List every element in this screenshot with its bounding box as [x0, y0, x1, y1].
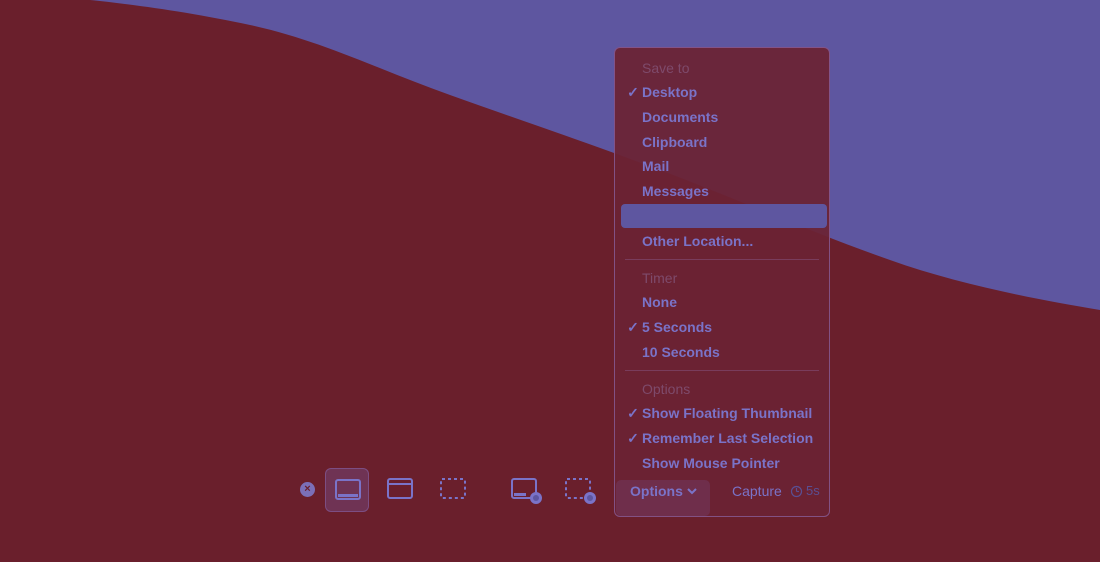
menu-header-label: Timer	[642, 270, 678, 286]
close-button[interactable]: ×	[300, 482, 315, 497]
capture-entire-screen-button[interactable]	[325, 468, 369, 512]
screenshot-toolbar: ×	[0, 466, 1100, 516]
menu-item-label: 5 Seconds	[642, 319, 713, 335]
menu-item-label: Other Location...	[642, 233, 754, 249]
checkmark-icon: ✓	[627, 430, 639, 446]
menu-item-label: Documents	[642, 109, 719, 125]
capture-button[interactable]: Capture 5s	[722, 480, 826, 502]
menu-header-label: Options	[642, 381, 691, 397]
menu-separator	[625, 259, 819, 260]
menu-item-messages[interactable]: Messages	[615, 179, 829, 204]
options-button-label: Options	[630, 483, 683, 499]
capture-selected-portion-button[interactable]	[431, 468, 475, 512]
menu-header-options: Options	[615, 377, 829, 402]
menu-item-timer-10-seconds[interactable]: 10 Seconds	[615, 340, 829, 365]
record-selected-portion-button[interactable]	[556, 468, 600, 512]
options-button[interactable]: Options	[616, 480, 710, 516]
menu-item-other-location[interactable]: Other Location...	[615, 229, 829, 254]
menu-item-highlighted[interactable]	[615, 204, 829, 229]
menu-item-remember-last-selection[interactable]: ✓ Remember Last Selection	[615, 426, 829, 451]
menu-header-save-to: Save to	[615, 56, 829, 81]
menu-item-mail[interactable]: Mail	[615, 154, 829, 179]
timer-icon	[790, 485, 803, 498]
menu-item-label: Show Floating Thumbnail	[642, 405, 813, 421]
menu-item-label: Remember Last Selection	[642, 430, 814, 446]
menu-item-label: Clipboard	[642, 134, 708, 150]
menu-separator	[625, 370, 819, 371]
options-menu: Save to ✓ Desktop Documents Clipboard Ma…	[614, 47, 830, 517]
menu-item-label: Mail	[642, 158, 670, 174]
timer-value: 5s	[806, 483, 820, 498]
menu-header-label: Save to	[642, 60, 690, 76]
menu-header-timer: Timer	[615, 266, 829, 291]
menu-item-desktop[interactable]: ✓ Desktop	[615, 80, 829, 105]
selection-icon	[440, 478, 466, 499]
window-icon	[387, 478, 413, 499]
menu-item-clipboard[interactable]: Clipboard	[615, 130, 829, 155]
checkmark-icon: ✓	[627, 405, 639, 421]
record-entire-screen-button[interactable]	[502, 468, 546, 512]
record-screen-icon	[511, 478, 542, 504]
checkmark-icon: ✓	[627, 319, 639, 335]
menu-item-label: 10 Seconds	[642, 344, 720, 360]
record-selection-icon	[565, 478, 596, 504]
menu-item-label: Desktop	[642, 84, 698, 100]
entire-screen-icon	[335, 479, 361, 500]
capture-selected-window-button[interactable]	[378, 468, 422, 512]
menu-item-show-floating-thumbnail[interactable]: ✓ Show Floating Thumbnail	[615, 401, 829, 426]
menu-item-timer-none[interactable]: None	[615, 290, 829, 315]
desktop-wallpaper: Save to ✓ Desktop Documents Clipboard Ma…	[0, 0, 1100, 562]
capture-button-label: Capture	[732, 483, 782, 499]
checkmark-icon: ✓	[627, 84, 639, 100]
menu-item-timer-5-seconds[interactable]: ✓ 5 Seconds	[615, 315, 829, 340]
menu-item-label: Messages	[642, 183, 709, 199]
menu-item-documents[interactable]: Documents	[615, 105, 829, 130]
chevron-down-icon	[687, 488, 697, 495]
menu-item-label: None	[642, 294, 677, 310]
